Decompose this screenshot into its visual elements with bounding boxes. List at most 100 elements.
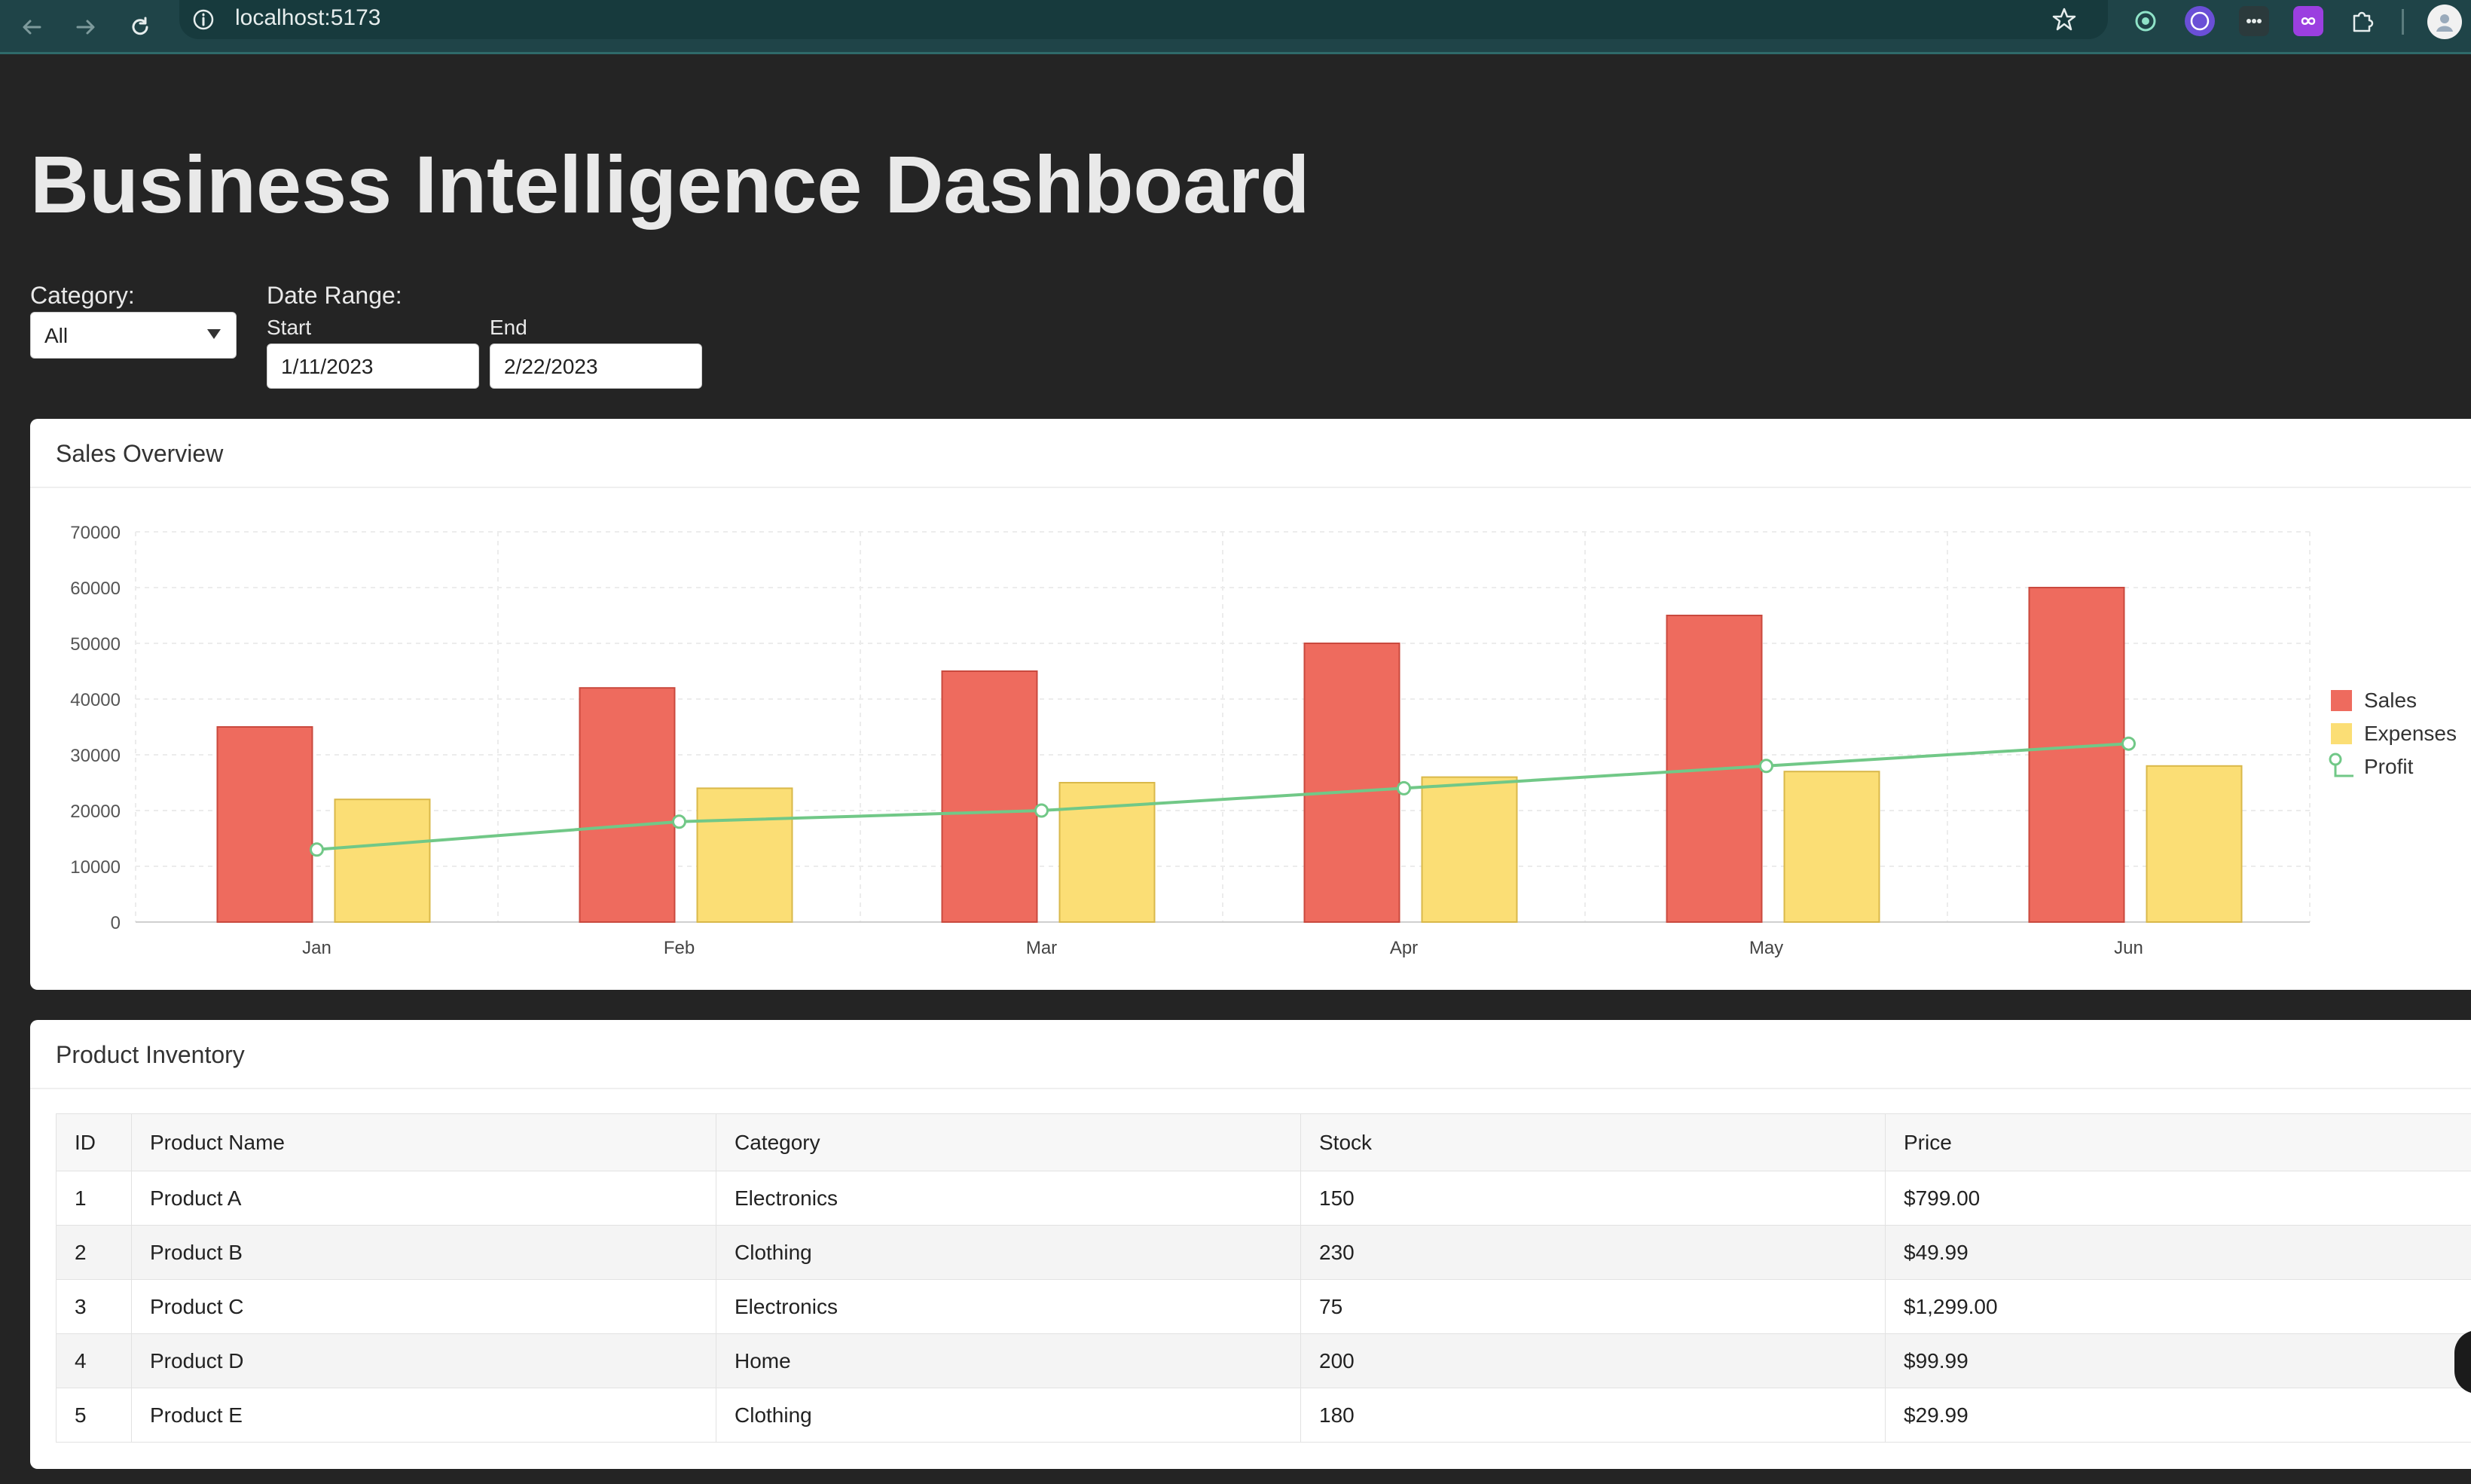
table-row[interactable]: 5 Product E Clothing 180 $29.99	[56, 1388, 2471, 1443]
reload-icon	[132, 17, 148, 35]
cell-stock: 150	[1300, 1171, 1886, 1226]
cell-category: Clothing	[716, 1388, 1301, 1443]
column-header-category[interactable]: Category	[716, 1113, 1301, 1171]
cell-stock: 200	[1300, 1333, 1886, 1388]
column-header-stock[interactable]: Stock	[1300, 1113, 1886, 1171]
arrow-right-icon	[76, 20, 95, 35]
x-tick-label: Apr	[1390, 938, 1418, 958]
product-inventory-card: Product Inventory ID Product Name Catego…	[30, 1020, 2471, 1469]
bar-expenses	[696, 787, 793, 923]
cell-id: 1	[56, 1171, 132, 1226]
start-date-input[interactable]: 1/11/2023	[267, 344, 479, 389]
y-tick-label: 0	[111, 913, 121, 933]
cell-id: 4	[56, 1333, 132, 1388]
bar-sales	[941, 670, 1038, 923]
legend-profit-label[interactable]: Profit	[2364, 754, 2413, 780]
openai-icon	[2135, 11, 2156, 32]
x-tick-label: May	[1749, 938, 1783, 958]
x-tick-label: Jan	[302, 938, 331, 958]
page-title: Business Intelligence Dashboard	[30, 139, 1310, 230]
dots-icon	[2247, 19, 2262, 23]
cell-category: Home	[716, 1333, 1301, 1388]
extension-dots-icon[interactable]	[2239, 6, 2269, 36]
info-icon[interactable]	[191, 8, 215, 32]
x-tick-label: Feb	[664, 938, 695, 958]
cell-category: Electronics	[716, 1171, 1301, 1226]
bookmark-star-icon[interactable]	[2051, 6, 2078, 33]
infinity-icon	[2301, 17, 2316, 25]
cell-price: $29.99	[1885, 1388, 2471, 1443]
chatgpt-extension-icon[interactable]	[2130, 6, 2161, 36]
inventory-table: ID Product Name Category Stock Price 1 P…	[56, 1113, 2471, 1443]
category-select-value: All	[44, 324, 69, 347]
cell-id: 5	[56, 1388, 132, 1443]
y-tick-label: 40000	[70, 690, 121, 710]
card-header-divider	[30, 1088, 2471, 1089]
forward-button[interactable]	[66, 8, 105, 47]
cell-id: 3	[56, 1279, 132, 1334]
bar-sales	[2028, 587, 2125, 923]
cell-price: $799.00	[1885, 1171, 2471, 1226]
bar-expenses	[2146, 765, 2243, 923]
arrow-left-icon	[23, 20, 41, 35]
cell-id: 2	[56, 1225, 132, 1280]
bar-sales	[1303, 643, 1400, 923]
cell-product-name: Product D	[131, 1333, 716, 1388]
point-profit	[1034, 803, 1049, 818]
extension-w-icon[interactable]	[2185, 6, 2215, 36]
cell-product-name: Product B	[131, 1225, 716, 1280]
table-row[interactable]: 3 Product C Electronics 75 $1,299.00	[56, 1279, 2471, 1334]
sales-chart: 0 10000 20000 30000 40000 50000 60000 70000 Jan F…	[70, 523, 2311, 958]
y-tick-label: 70000	[70, 523, 121, 543]
back-button[interactable]	[12, 8, 51, 47]
column-header-product-name[interactable]: Product Name	[131, 1113, 716, 1171]
y-tick-label: 10000	[70, 857, 121, 878]
avatar-icon	[2436, 14, 2453, 32]
table-row[interactable]: 2 Product B Clothing 230 $49.99	[56, 1225, 2471, 1280]
end-date-value: 2/22/2023	[504, 355, 598, 378]
x-tick-label: Mar	[1026, 938, 1057, 958]
caret-down-icon	[207, 329, 221, 339]
address-bar[interactable]	[179, 0, 2108, 39]
reload-button[interactable]	[121, 8, 160, 47]
profile-avatar[interactable]	[2427, 5, 2462, 39]
cell-stock: 75	[1300, 1279, 1886, 1334]
legend-expenses-label[interactable]: Expenses	[2364, 721, 2457, 747]
legend-sales-label[interactable]: Sales	[2364, 688, 2417, 713]
bar-expenses	[1783, 771, 1880, 924]
toolbar-separator	[2402, 9, 2404, 35]
product-inventory-title: Product Inventory	[56, 1041, 245, 1068]
legend-profit-marker[interactable]	[2328, 750, 2358, 780]
y-tick-label: 50000	[70, 634, 121, 655]
date-range-label: Date Range:	[267, 282, 402, 309]
category-label: Category:	[30, 282, 135, 309]
url-text: localhost:5173	[235, 5, 381, 30]
sales-overview-card: Sales Overview 0 10000 20000 30000 40000 5000…	[30, 419, 2471, 990]
y-tick-label: 20000	[70, 802, 121, 822]
category-select[interactable]: All	[30, 312, 237, 359]
browser-toolbar: localhost:5173	[0, 0, 2471, 54]
legend-expenses-swatch[interactable]	[2331, 723, 2352, 744]
point-profit	[672, 814, 686, 829]
end-date-label: End	[490, 316, 527, 339]
extension-infinity-icon[interactable]	[2293, 6, 2323, 36]
cell-stock: 230	[1300, 1225, 1886, 1280]
w-letter-icon	[2190, 11, 2210, 31]
legend-sales-swatch[interactable]	[2331, 690, 2352, 711]
end-date-input[interactable]: 2/22/2023	[490, 344, 702, 389]
bar-sales	[216, 726, 313, 923]
table-row[interactable]: 1 Product A Electronics 150 $799.00	[56, 1171, 2471, 1226]
cell-product-name: Product A	[131, 1171, 716, 1226]
point-profit	[2121, 736, 2136, 751]
extensions-puzzle-button[interactable]	[2347, 6, 2378, 36]
cell-stock: 180	[1300, 1388, 1886, 1443]
table-row[interactable]: 4 Product D Home 200 $99.99	[56, 1333, 2471, 1388]
cell-category: Clothing	[716, 1225, 1301, 1280]
bar-expenses	[334, 798, 431, 924]
cell-price: $49.99	[1885, 1225, 2471, 1280]
column-header-price[interactable]: Price	[1885, 1113, 2471, 1171]
column-header-id[interactable]: ID	[56, 1113, 132, 1171]
cell-price: $1,299.00	[1885, 1279, 2471, 1334]
inventory-table-wrap: ID Product Name Category Stock Price 1 P…	[56, 1113, 2471, 1443]
point-profit	[310, 842, 324, 857]
